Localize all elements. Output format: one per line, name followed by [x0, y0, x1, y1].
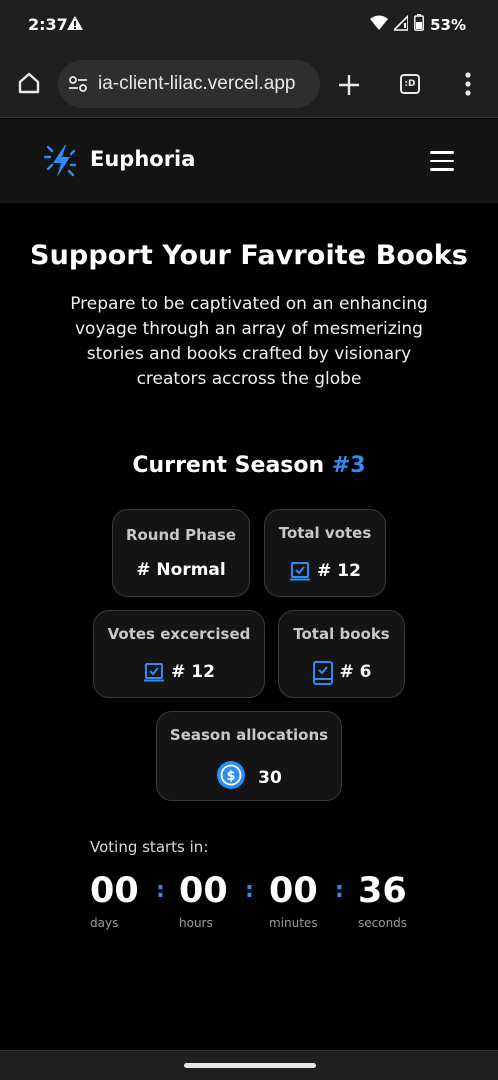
- brand-name[interactable]: Euphoria: [90, 147, 195, 171]
- usdc-coin-icon: $: [216, 760, 246, 795]
- countdown-separator: :: [335, 878, 344, 903]
- countdown-days-value: 00: [90, 871, 139, 911]
- card-label: Season allocations: [169, 726, 329, 744]
- card-value: # 12: [265, 560, 385, 582]
- season-allocations-value: 30: [258, 767, 282, 788]
- page-title: Support Your Favroite Books: [30, 240, 468, 271]
- countdown-seconds-value: 36: [358, 871, 407, 911]
- total-books-card: Total books # 6: [278, 610, 405, 698]
- round-phase-value: # Normal: [136, 560, 226, 580]
- countdown-seconds-label: seconds: [358, 916, 408, 930]
- total-votes-value: # 12: [317, 561, 361, 581]
- season-heading: Current Season #3: [0, 453, 498, 478]
- status-time: 2:37: [28, 15, 68, 34]
- more-vert-icon[interactable]: [458, 70, 478, 98]
- url-text[interactable]: ia-client-lilac.vercel.app: [98, 73, 295, 95]
- book-icon: [312, 661, 334, 685]
- browser-toolbar: ia-client-lilac.vercel.app :D: [0, 50, 498, 118]
- votes-exercised-value: # 12: [171, 662, 215, 682]
- round-phase-card: Round Phase # Normal: [112, 509, 250, 597]
- warning-icon: [66, 15, 84, 35]
- countdown-label: Voting starts in:: [90, 838, 209, 856]
- svg-text:$: $: [227, 769, 236, 784]
- countdown-seconds: 36 seconds: [358, 870, 407, 930]
- card-value: # 12: [94, 661, 264, 683]
- card-label: Round Phase: [125, 526, 237, 544]
- card-value: $ 30: [157, 760, 341, 795]
- card-label: Total votes: [278, 524, 372, 542]
- tab-switcher-button[interactable]: :D: [400, 74, 420, 94]
- status-bar: 2:37 53%: [0, 0, 498, 50]
- countdown-minutes: 00 minutes: [269, 870, 318, 930]
- site-settings-icon[interactable]: [68, 75, 88, 97]
- vote-box-icon: [143, 661, 165, 683]
- hamburger-line: [430, 168, 454, 171]
- countdown-hours-value: 00: [179, 871, 228, 911]
- card-label: Votes excercised: [107, 625, 251, 643]
- battery-icon: [414, 14, 424, 35]
- hamburger-menu-icon[interactable]: [430, 151, 454, 171]
- hamburger-line: [430, 159, 454, 162]
- vote-box-icon: [289, 560, 311, 582]
- card-value: # 6: [279, 661, 404, 685]
- votes-exercised-card: Votes excercised # 12: [93, 610, 265, 698]
- countdown-separator: :: [245, 878, 254, 903]
- home-icon[interactable]: [16, 70, 42, 96]
- countdown-minutes-value: 00: [269, 871, 318, 911]
- total-books-value: # 6: [339, 662, 372, 682]
- gesture-handle[interactable]: [184, 1063, 316, 1068]
- season-number: #3: [331, 453, 366, 478]
- lightning-logo-icon[interactable]: [43, 143, 78, 179]
- gesture-nav-bar: [0, 1050, 498, 1080]
- signal-icon: [392, 13, 409, 35]
- season-label: Current Season: [132, 453, 325, 478]
- countdown-hours: 00 hours: [179, 870, 228, 930]
- wifi-icon: [370, 15, 389, 35]
- card-label: Total books: [293, 625, 390, 643]
- hero-description: Prepare to be captivated on an enhancing…: [70, 294, 428, 389]
- countdown-days: 00 days: [90, 870, 139, 930]
- countdown-separator: :: [156, 878, 165, 903]
- countdown-minutes-label: minutes: [269, 916, 318, 930]
- page: 2:37 53% ia-client-lilac.vercel.app:D E…: [0, 0, 498, 1080]
- card-value: # Normal: [113, 560, 249, 580]
- battery-percent: 53%: [430, 15, 466, 34]
- plus-icon[interactable]: [336, 72, 362, 98]
- app-navbar: Euphoria: [0, 119, 498, 203]
- hamburger-line: [430, 151, 454, 154]
- countdown-hours-label: hours: [179, 916, 213, 930]
- address-bar[interactable]: ia-client-lilac.vercel.app: [58, 60, 320, 108]
- countdown-days-label: days: [90, 916, 119, 930]
- total-votes-card: Total votes # 12: [264, 509, 386, 597]
- status-right-group: 53%: [370, 13, 466, 35]
- season-allocations-card: Season allocations $ 30: [156, 711, 342, 801]
